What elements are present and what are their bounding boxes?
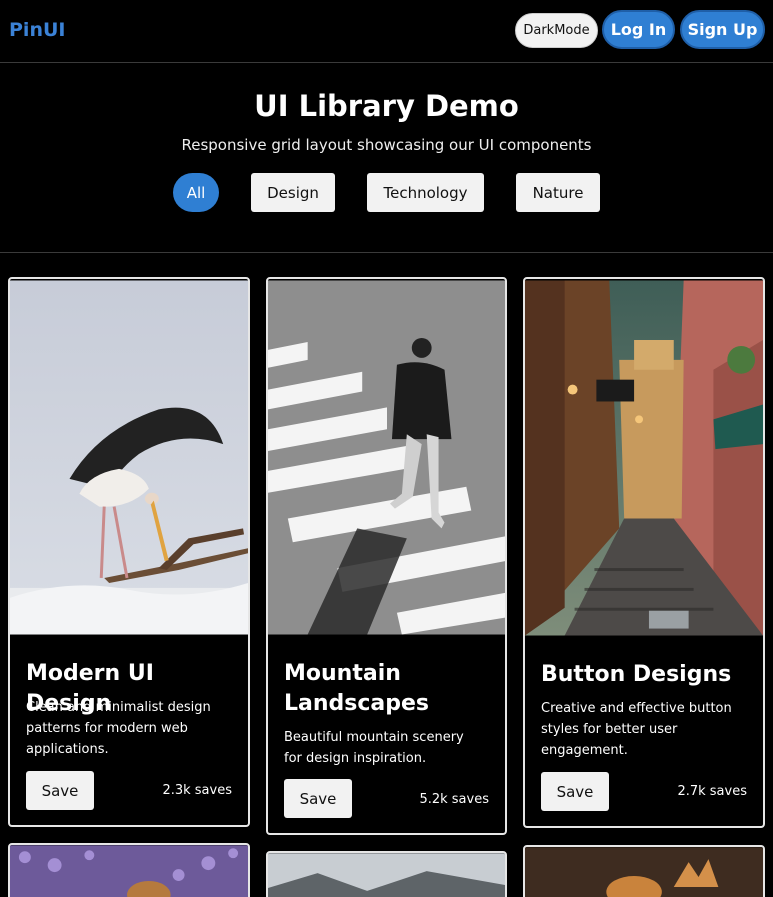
card-title: Button Designs xyxy=(541,662,732,687)
card-mountain-partial[interactable] xyxy=(266,851,507,897)
card-button-designs[interactable]: Button Designs Creative and effective bu… xyxy=(523,277,765,828)
card-flowers-partial[interactable] xyxy=(8,843,250,897)
card-description: Clean and minimalist design patterns for… xyxy=(26,700,211,757)
dog-image xyxy=(525,847,763,897)
filter-technology[interactable]: Technology xyxy=(367,173,484,212)
bird-image xyxy=(10,280,248,635)
card-title: Mountain Landscapes xyxy=(284,661,430,716)
card-dog-partial[interactable] xyxy=(523,845,765,897)
hero-section: UI Library Demo Responsive grid layout s… xyxy=(0,63,773,253)
login-button[interactable]: Log In xyxy=(602,10,675,49)
page-title: UI Library Demo xyxy=(254,89,519,123)
filter-all[interactable]: All xyxy=(173,173,219,212)
filter-nature[interactable]: Nature xyxy=(516,173,600,212)
card-description: Creative and effective button styles for… xyxy=(541,701,732,758)
mountain-image xyxy=(268,853,505,897)
brand-logo[interactable]: PinUI xyxy=(9,19,65,41)
save-count: 2.7k saves xyxy=(677,784,747,799)
save-button[interactable]: Save xyxy=(541,772,609,811)
flower-field-image xyxy=(10,845,248,897)
filter-design[interactable]: Design xyxy=(251,173,335,212)
card-description: Beautiful mountain scenery for design in… xyxy=(284,730,464,766)
save-count: 2.3k saves xyxy=(162,783,232,798)
card-modern-ui[interactable]: Modern UI Design Clean and minimalist de… xyxy=(8,277,250,827)
page-subtitle: Responsive grid layout showcasing our UI… xyxy=(181,136,592,154)
top-navbar: PinUI DarkMode Log In Sign Up xyxy=(0,0,773,63)
save-count: 5.2k saves xyxy=(419,792,489,807)
signup-button[interactable]: Sign Up xyxy=(680,10,765,49)
card-mountain-landscapes[interactable]: Mountain Landscapes Beautiful mountain s… xyxy=(266,277,507,835)
dark-mode-toggle[interactable]: DarkMode xyxy=(515,13,598,48)
save-button[interactable]: Save xyxy=(26,771,94,810)
save-button[interactable]: Save xyxy=(284,779,352,818)
crosswalk-image xyxy=(268,280,505,635)
street-image xyxy=(525,280,763,636)
